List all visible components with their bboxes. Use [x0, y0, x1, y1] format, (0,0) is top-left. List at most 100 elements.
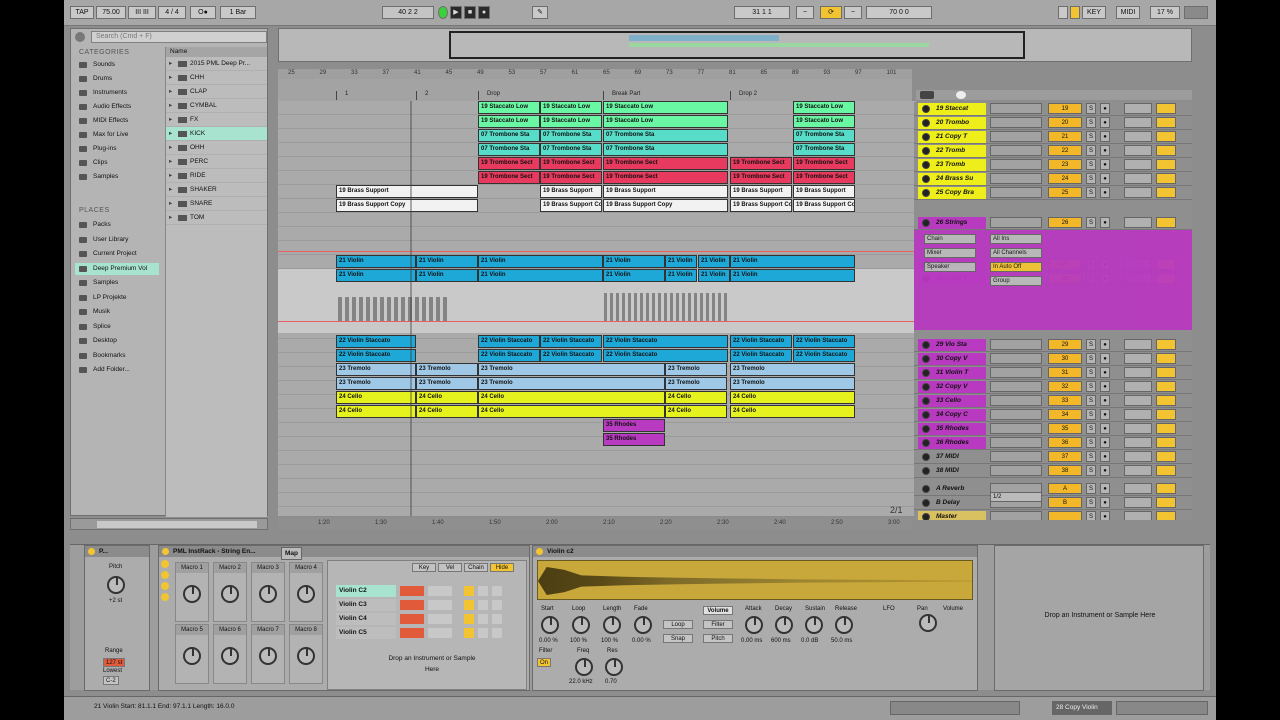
- track-activate-button[interactable]: [1156, 497, 1176, 508]
- speaker-selector[interactable]: Speaker: [924, 262, 976, 272]
- mixer-track[interactable]: 30 Copy V 30 S ●: [914, 352, 1192, 366]
- clip[interactable]: 21 Violin: [603, 255, 665, 268]
- track-activator-icon[interactable]: [922, 119, 930, 127]
- mixer-track[interactable]: 35 Rhodes 35 S ●: [914, 422, 1192, 436]
- freq-knob[interactable]: [575, 658, 593, 676]
- locator[interactable]: Drop: [478, 91, 500, 100]
- folder-item[interactable]: ▸ SNARE: [166, 197, 267, 211]
- track-number[interactable]: 30: [1048, 353, 1082, 364]
- folder-item[interactable]: ▸ CHH: [166, 71, 267, 85]
- place-current-project[interactable]: Current Project: [75, 248, 159, 260]
- macro-knob[interactable]: [221, 647, 239, 665]
- clip[interactable]: 22 Violin Staccato: [540, 335, 602, 348]
- res-knob[interactable]: [605, 658, 623, 676]
- chain-volume[interactable]: [400, 628, 424, 638]
- mixer-track[interactable]: 20 Trombo 20 S ●: [914, 116, 1192, 130]
- category-max-for-live[interactable]: Max for Live: [75, 129, 159, 141]
- mixer-track[interactable]: 21 Copy T 21 S ●: [914, 130, 1192, 144]
- track-activate-button[interactable]: [1156, 511, 1176, 520]
- chain-hotswap-icon[interactable]: [492, 614, 502, 624]
- track-activator-icon[interactable]: [922, 219, 930, 227]
- macro-knob[interactable]: [259, 585, 277, 603]
- mixer-track[interactable]: 32 Copy V 32 S ●: [914, 380, 1192, 394]
- track-number[interactable]: 34: [1048, 409, 1082, 420]
- clip[interactable]: 22 Violin Staccato: [730, 335, 792, 348]
- sampler-param-knob[interactable]: [634, 616, 652, 634]
- track-number[interactable]: 20: [1048, 117, 1082, 128]
- io-toggle-icon[interactable]: [956, 91, 966, 99]
- clip[interactable]: 24 Cello: [416, 391, 478, 404]
- key-map-button[interactable]: KEY: [1082, 6, 1106, 19]
- arm-button[interactable]: ●: [1100, 367, 1110, 378]
- mixer-track[interactable]: 24 Brass Su 24 S ●: [914, 172, 1192, 186]
- track-volume[interactable]: [1124, 145, 1152, 156]
- track-input[interactable]: [990, 451, 1042, 462]
- track-input[interactable]: [990, 145, 1042, 156]
- track-input[interactable]: [990, 173, 1042, 184]
- track-volume[interactable]: [1124, 187, 1152, 198]
- track-volume[interactable]: [1124, 395, 1152, 406]
- solo-button[interactable]: S: [1086, 367, 1096, 378]
- track-input[interactable]: [990, 159, 1042, 170]
- envelope-param-knob[interactable]: [775, 616, 793, 634]
- clip[interactable]: 19 Brass Support: [336, 185, 478, 198]
- locator[interactable]: 2: [416, 91, 428, 100]
- rack-on-icon[interactable]: [162, 548, 169, 555]
- macro-knob[interactable]: [183, 647, 201, 665]
- track-activator-icon[interactable]: [922, 341, 930, 349]
- clip[interactable]: 07 Trombone Sta: [478, 143, 540, 156]
- clip[interactable]: 19 Staccato Low: [540, 101, 602, 114]
- clip[interactable]: 19 Brass Support Copy: [793, 199, 855, 212]
- chain-volume[interactable]: [400, 600, 424, 610]
- solo-button[interactable]: S: [1086, 187, 1096, 198]
- clip[interactable]: 24 Cello: [416, 405, 478, 418]
- clip[interactable]: 19 Trombone Sect: [793, 171, 855, 184]
- monitor-selector[interactable]: In Auto Off: [990, 262, 1042, 272]
- clip[interactable]: 24 Cello: [478, 405, 665, 418]
- track-title[interactable]: 37 MIDI: [918, 451, 986, 463]
- chain-hotswap-icon[interactable]: [492, 586, 502, 596]
- macro-knob-2[interactable]: Macro 2: [213, 562, 247, 622]
- track-activate-button[interactable]: [1156, 103, 1176, 114]
- place-splice[interactable]: Splice: [75, 321, 159, 333]
- solo-button[interactable]: S: [1086, 131, 1096, 142]
- show-devices-icon[interactable]: [161, 582, 169, 590]
- clip[interactable]: 21 Violin: [336, 269, 416, 282]
- pan-knob[interactable]: [919, 614, 937, 632]
- track-title[interactable]: 32 Copy V: [918, 381, 986, 393]
- solo-button[interactable]: S: [1086, 353, 1096, 364]
- chain-tab-hide[interactable]: Hide: [490, 563, 514, 572]
- clip[interactable]: 19 Brass Support Copy: [730, 199, 792, 212]
- clip[interactable]: 21 Violin: [698, 255, 730, 268]
- track-title[interactable]: 30 Copy V: [918, 353, 986, 365]
- sampler-loop-button[interactable]: Loop: [663, 620, 693, 629]
- macro-knob-8[interactable]: Macro 8: [289, 624, 323, 684]
- clip[interactable]: 19 Trombone Sect: [478, 171, 540, 184]
- category-instruments[interactable]: Instruments: [75, 87, 159, 99]
- track-volume[interactable]: [1124, 437, 1152, 448]
- arm-button[interactable]: ●: [1100, 131, 1110, 142]
- track-title[interactable]: 21 Copy T: [918, 131, 986, 143]
- search-input[interactable]: Search (Cmd + F): [91, 31, 267, 43]
- mixer-track[interactable]: 22 Tromb 22 S ●: [914, 144, 1192, 158]
- clip[interactable]: 21 Violin: [665, 255, 697, 268]
- clip[interactable]: 07 Trombone Sta: [540, 143, 602, 156]
- macro-knob[interactable]: [297, 647, 315, 665]
- clip[interactable]: 35 Rhodes: [603, 433, 665, 446]
- chain-tab-key[interactable]: Key: [412, 563, 436, 572]
- macro-knob-6[interactable]: Macro 6: [213, 624, 247, 684]
- clip[interactable]: 19 Trombone Sect: [478, 157, 540, 170]
- track-input[interactable]: [990, 353, 1042, 364]
- track-number[interactable]: 22: [1048, 145, 1082, 156]
- solo-button[interactable]: S: [1086, 145, 1096, 156]
- clip[interactable]: 07 Trombone Sta: [603, 143, 728, 156]
- place-desktop[interactable]: Desktop: [75, 335, 159, 347]
- clip[interactable]: 21 Violin: [336, 255, 416, 268]
- browser-toggle-icon[interactable]: [75, 32, 85, 42]
- track-number[interactable]: 23: [1048, 159, 1082, 170]
- rack-title[interactable]: PML InstRack - String En... Map: [159, 546, 529, 560]
- sampler-on-icon[interactable]: [536, 548, 543, 555]
- track-activator-icon[interactable]: [922, 467, 930, 475]
- track-title[interactable]: 24 Brass Su: [918, 173, 986, 185]
- track-activate-button[interactable]: [1156, 217, 1176, 228]
